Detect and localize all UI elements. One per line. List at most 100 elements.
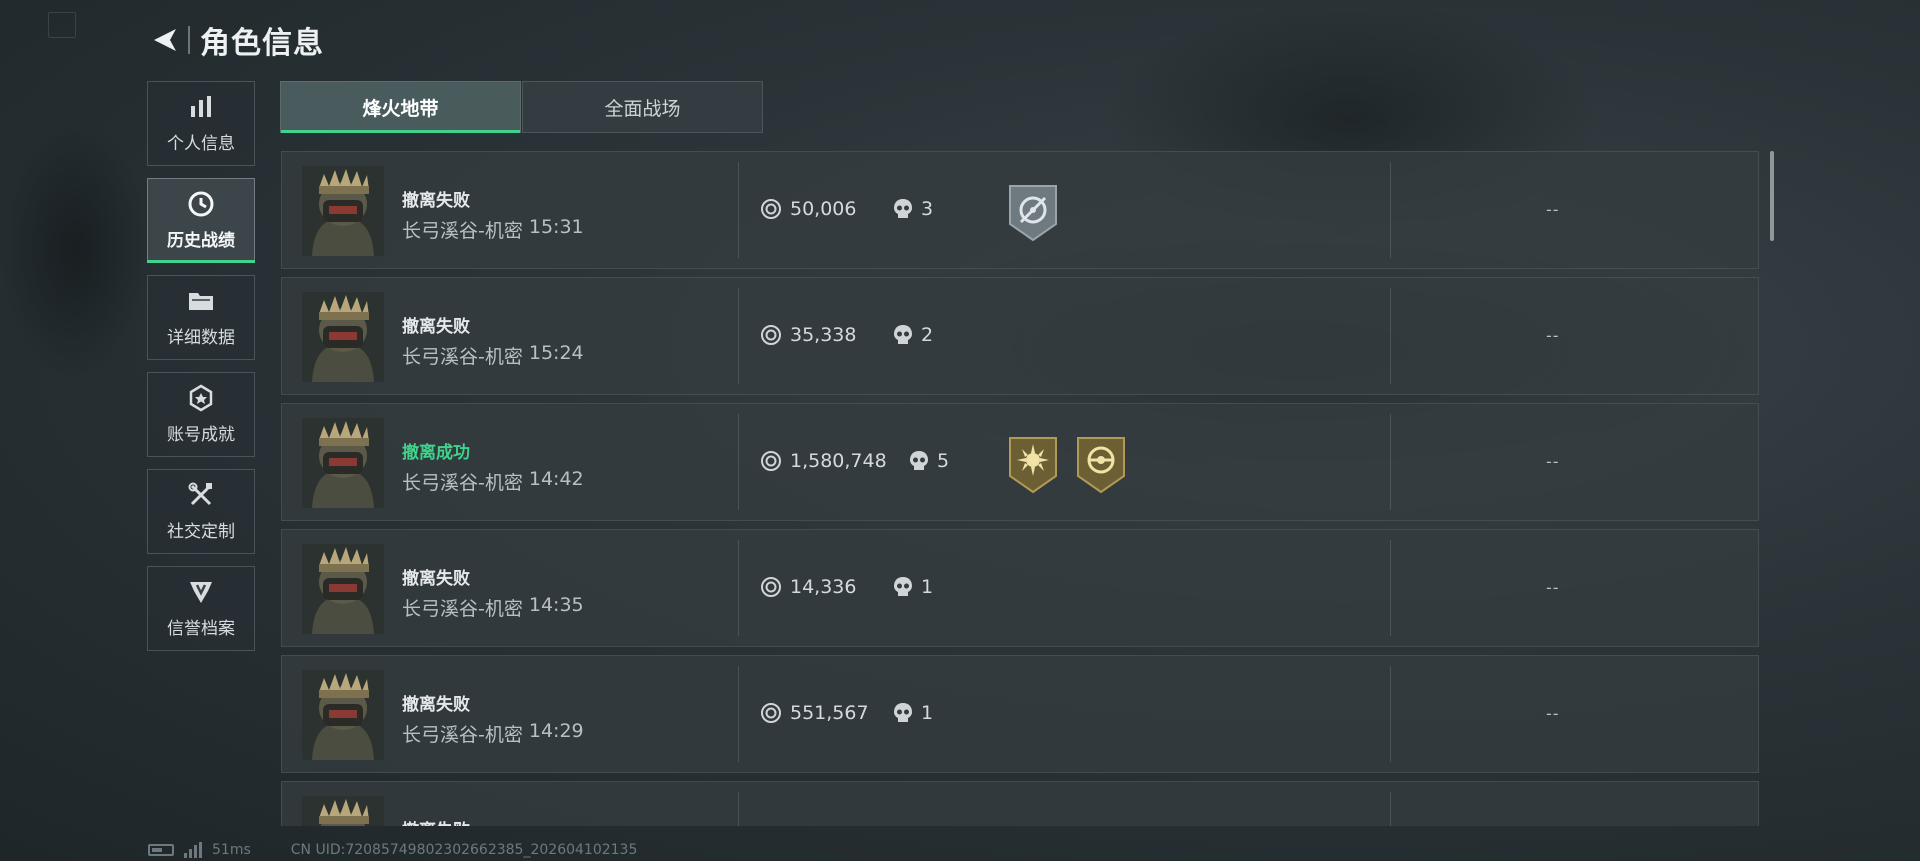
match-meta: 长弓溪谷-机密 14:35 [402, 594, 584, 621]
coin-icon [760, 198, 782, 220]
extra-info: -- [1546, 326, 1560, 345]
sidebar-item-label: 历史战绩 [167, 231, 235, 251]
clock-icon [187, 190, 215, 218]
extra-info: -- [1546, 578, 1560, 597]
kill-count-text: 5 [937, 450, 950, 472]
match-row[interactable]: 撤离成功 长弓溪谷-机密 14:42 1,580,748 5 -- [281, 403, 1759, 521]
kill-count-text: 3 [921, 198, 934, 220]
kill-count-text: 1 [921, 702, 934, 724]
map-name: 长弓溪谷-机密 [402, 220, 523, 242]
sidebar-item-detailed-data[interactable]: 详细数据 [147, 275, 255, 360]
kill-count: 1 [893, 702, 933, 724]
match-time: 15:31 [528, 216, 584, 238]
loot-value: 14,336 [760, 576, 856, 598]
loot-value-text: 35,338 [790, 324, 857, 346]
sidebar: 个人信息 历史战绩 详细数据 账号成就 社交定制 信誉档案 [147, 81, 257, 663]
kill-count-text: 2 [921, 324, 934, 346]
loot-value: 50,006 [760, 198, 856, 220]
extraction-status: 撤离失败 [402, 695, 470, 715]
match-time: 14:42 [528, 468, 584, 490]
player-avatar [302, 166, 384, 256]
extraction-status: 撤离失败 [402, 191, 470, 211]
gold-sun-badge[interactable] [1006, 436, 1060, 494]
sidebar-item-achievements[interactable]: 账号成就 [147, 372, 255, 457]
column-divider [738, 540, 739, 636]
player-avatar [302, 292, 384, 382]
sidebar-item-reputation[interactable]: 信誉档案 [147, 566, 255, 651]
coin-icon [760, 576, 782, 598]
extra-info: -- [1546, 704, 1560, 723]
reputation-icon [187, 578, 215, 606]
tab-all-out-warfare[interactable]: 全面战场 [522, 81, 763, 133]
loot-value-text: 1,580,748 [790, 450, 887, 472]
gold-emblem-badge[interactable] [1074, 436, 1128, 494]
signal-icon [184, 842, 202, 858]
match-meta: 长弓溪谷-机密 14:29 [402, 720, 584, 747]
sidebar-item-personal-info[interactable]: 个人信息 [147, 81, 255, 166]
uid-text: CN UID:720857498023026623​85_20260410213… [290, 842, 638, 858]
folder-icon [187, 287, 215, 315]
kill-count: 1 [893, 576, 933, 598]
match-row[interactable]: 撤离失败 长弓溪谷-机密 14:35 14,336 1 -- [281, 529, 1759, 647]
player-avatar [302, 544, 384, 634]
column-divider [738, 666, 739, 762]
sidebar-item-social-custom[interactable]: 社交定制 [147, 469, 255, 554]
match-row[interactable]: 撤离失败 [281, 781, 1759, 826]
skull-icon [909, 450, 929, 472]
sidebar-item-match-history[interactable]: 历史战绩 [147, 178, 255, 263]
match-row[interactable]: 撤离失败长弓溪谷-机密 14:29 551,567 1 -- [281, 655, 1759, 773]
scrollbar[interactable] [1770, 151, 1774, 241]
sidebar-item-label: 详细数据 [167, 328, 235, 348]
kill-count: 5 [909, 450, 949, 472]
page-title: 角色信息 [200, 26, 324, 61]
kill-count: 3 [893, 198, 933, 220]
mode-tabs: 烽火地带 全面战场 [280, 81, 763, 133]
loot-value: 1,580,748 [760, 450, 887, 472]
loot-value: 35,338 [760, 324, 856, 346]
loot-value-text: 50,006 [790, 198, 857, 220]
sidebar-item-label: 账号成就 [167, 425, 235, 445]
kill-count: 2 [893, 324, 933, 346]
back-arrow-icon [154, 29, 176, 51]
coin-icon [760, 324, 782, 346]
column-divider [1390, 540, 1391, 636]
match-time: 14:35 [528, 594, 584, 616]
player-avatar [302, 670, 384, 760]
loot-value-text: 14,336 [790, 576, 857, 598]
ping-text: 51ms [212, 842, 251, 858]
page-header: 角色信息 [150, 20, 324, 61]
tools-icon [187, 481, 215, 509]
match-row[interactable]: 撤离失败 长弓溪谷-机密 15:24 35,338 2 -- [281, 277, 1759, 395]
loot-value-text: 551,567 [790, 702, 869, 724]
match-time: 14:29 [528, 720, 584, 742]
column-divider [738, 162, 739, 258]
map-name: 长弓溪谷-机密 [402, 346, 523, 368]
match-history-list: 撤离失败 长弓溪谷-机密 15:31 50,006 3 -- 撤离失败 长弓溪谷-机密 15:… [281, 151, 1759, 826]
extra-info: -- [1546, 452, 1560, 471]
map-name: 长弓溪谷-机密 [402, 472, 523, 494]
column-divider [1390, 666, 1391, 762]
skull-icon [893, 576, 913, 598]
column-divider [738, 288, 739, 384]
sidebar-item-label: 社交定制 [167, 522, 235, 542]
sidebar-item-label: 信誉档案 [167, 619, 235, 639]
tab-beacon-zone[interactable]: 烽火地带 [280, 81, 521, 133]
coin-icon [760, 702, 782, 724]
match-meta: 长弓溪谷-机密 15:24 [402, 342, 584, 369]
battery-icon [148, 844, 174, 856]
column-divider [738, 414, 739, 510]
loot-value: 551,567 [760, 702, 869, 724]
window-corner-icon [48, 12, 76, 38]
column-divider [1390, 162, 1391, 258]
column-divider [738, 792, 739, 826]
skull-icon [893, 198, 913, 220]
match-time: 15:24 [528, 342, 584, 364]
match-row[interactable]: 撤离失败 长弓溪谷-机密 15:31 50,006 3 -- [281, 151, 1759, 269]
extraction-status: 撤离失败 [402, 816, 470, 826]
back-button[interactable] [150, 24, 180, 56]
header-divider [188, 26, 190, 54]
bar-chart-icon [187, 93, 215, 121]
skull-icon [893, 702, 913, 724]
silver-target-badge[interactable] [1006, 184, 1060, 242]
player-avatar [302, 796, 384, 826]
